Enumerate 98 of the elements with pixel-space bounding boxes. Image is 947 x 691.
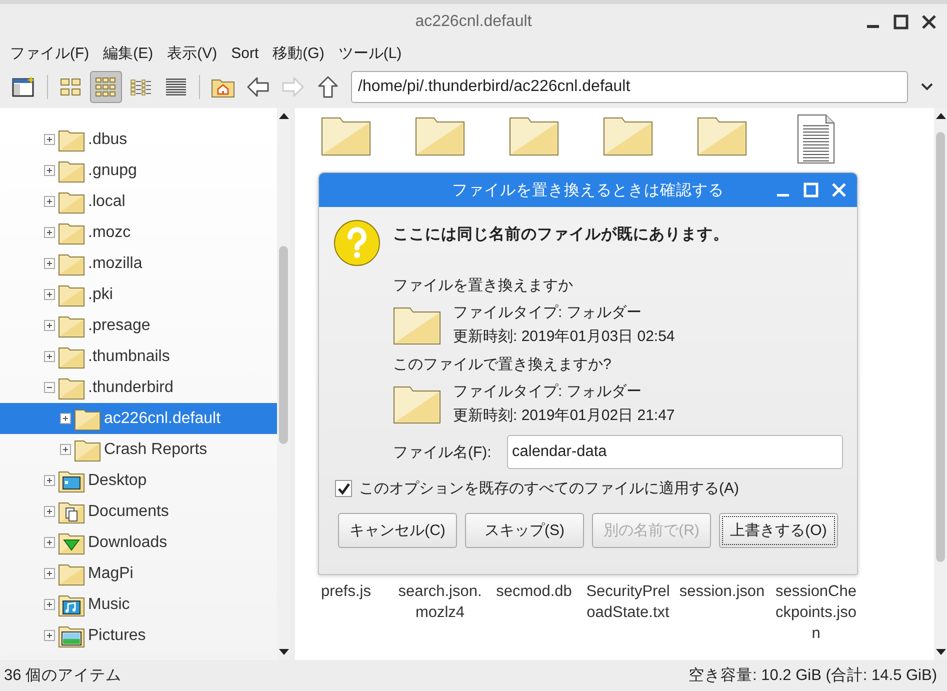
apply-all-checkbox[interactable]: このオプションを既存のすべてのファイルに適用する(A) <box>335 479 843 498</box>
dialog-button[interactable]: キャンセル(C) <box>338 513 457 548</box>
folder-icon <box>58 128 85 152</box>
dialog-button[interactable]: 上書きする(O) <box>719 513 838 548</box>
expand-icon[interactable] <box>44 568 55 579</box>
expand-icon[interactable] <box>44 320 55 331</box>
folder-icon <box>393 304 441 344</box>
folder-icon <box>58 562 85 586</box>
scroll-up-icon[interactable] <box>278 112 288 120</box>
question-icon <box>333 219 381 267</box>
menu-item[interactable]: ツール(L) <box>338 44 402 62</box>
expand-icon[interactable] <box>44 537 55 548</box>
file-name[interactable]: prefs.js <box>303 581 389 602</box>
grid-view-icon <box>59 76 83 98</box>
pictures-folder-icon <box>58 624 85 648</box>
expand-icon[interactable] <box>60 444 71 455</box>
list-view-icon <box>164 76 188 98</box>
modified-time: 更新時刻: 2019年01月02日 21:47 <box>453 406 675 425</box>
expand-icon[interactable] <box>44 165 55 176</box>
dropdown-caret-icon[interactable] <box>921 83 933 91</box>
tree-item[interactable]: Desktop <box>0 465 277 496</box>
file-name[interactable]: sessionCheckpoints.json <box>773 581 859 644</box>
music-folder-icon <box>58 592 85 616</box>
folder-icon <box>58 376 85 400</box>
scrollbar-thumb[interactable] <box>279 246 288 444</box>
menu-item[interactable]: 編集(E) <box>103 44 154 62</box>
expand-icon[interactable] <box>60 413 71 424</box>
menu-item[interactable]: ファイル(F) <box>10 44 90 62</box>
filename-label: ファイル名(F): <box>393 442 492 462</box>
file-name[interactable]: secmod.db <box>491 581 577 602</box>
folder-icon <box>58 344 85 368</box>
documents-folder-icon <box>58 500 85 524</box>
scroll-up-icon[interactable] <box>936 112 946 120</box>
tree-item[interactable]: Crash Reports <box>0 434 277 465</box>
file-name[interactable]: SecurityPreloadState.txt <box>585 581 671 623</box>
folder-icon <box>58 314 85 338</box>
expand-icon[interactable] <box>44 630 55 641</box>
dialog-heading: ここには同じ名前のファイルが既にあります。 <box>393 225 729 245</box>
file-name[interactable]: search.json.mozlz4 <box>397 581 483 623</box>
dialog-title: ファイルを置き換えるときは確認する <box>452 180 724 200</box>
desktop-folder-icon <box>58 468 85 492</box>
menu-item[interactable]: Sort <box>231 44 259 62</box>
folder-icon <box>74 406 101 430</box>
checkmark-icon <box>336 482 350 496</box>
item-count: 36 個のアイテム <box>4 666 122 686</box>
downloads-folder-icon <box>58 530 85 554</box>
free-space: 空き容量: 10.2 GiB (合計: 14.5 GiB) <box>688 666 937 686</box>
tree-item[interactable]: Documents <box>0 496 277 527</box>
tree-item[interactable]: MagPi <box>0 558 277 589</box>
tree-item[interactable]: .thunderbird <box>0 372 277 403</box>
tree-item[interactable]: .mozc <box>0 217 277 248</box>
expand-icon[interactable] <box>44 506 55 517</box>
folder-icon <box>58 252 85 276</box>
grid-view-icon <box>94 76 118 98</box>
tree-item[interactable]: Pictures <box>0 620 277 651</box>
modified-time: 更新時刻: 2019年01月03日 02:54 <box>453 327 675 346</box>
folder-icon <box>58 190 85 214</box>
dialog-button[interactable]: スキップ(S) <box>465 513 584 548</box>
folder-icon <box>58 220 85 244</box>
filename-field[interactable]: calendar-data <box>507 435 843 469</box>
folder-icon <box>393 384 441 424</box>
window-title: ac226cnl.default <box>415 13 532 31</box>
tree-item[interactable]: .mozilla <box>0 248 277 279</box>
close-icon[interactable] <box>921 14 937 30</box>
expand-icon[interactable] <box>44 227 55 238</box>
question-text: このファイルで置き換えますか? <box>393 355 612 374</box>
tree-item[interactable]: .dbus <box>0 124 277 155</box>
tree-item[interactable]: .presage <box>0 310 277 341</box>
scroll-down-icon[interactable] <box>936 648 946 656</box>
expand-icon[interactable] <box>44 599 55 610</box>
file-name[interactable]: session.json <box>679 581 765 602</box>
expand-icon[interactable] <box>44 289 55 300</box>
tree-item[interactable]: .pki <box>0 279 277 310</box>
tree-item[interactable]: Downloads <box>0 527 277 558</box>
expand-icon[interactable] <box>44 196 55 207</box>
tree-item[interactable]: Music <box>0 589 277 620</box>
path-field[interactable]: /home/pi/.thunderbird/ac226cnl.default <box>351 71 908 103</box>
menu-item[interactable]: 移動(G) <box>272 44 324 62</box>
tree-item[interactable]: .local <box>0 186 277 217</box>
expand-icon[interactable] <box>44 351 55 362</box>
file-type: ファイルタイプ: フォルダー <box>453 303 642 322</box>
scroll-down-icon[interactable] <box>278 648 288 656</box>
tree-item[interactable]: .thumbnails <box>0 341 277 372</box>
folder-icon <box>58 158 85 182</box>
question-text: ファイルを置き換えますか <box>393 276 574 295</box>
folder-icon <box>74 438 101 462</box>
tree-item[interactable]: .gnupg <box>0 155 277 186</box>
menu-item[interactable]: 表示(V) <box>167 44 218 62</box>
document-icon[interactable] <box>797 114 835 164</box>
expand-icon[interactable] <box>44 475 55 486</box>
folder-icon <box>58 282 85 306</box>
expand-icon[interactable] <box>44 134 55 145</box>
collapse-icon[interactable] <box>44 382 55 393</box>
file-type: ファイルタイプ: フォルダー <box>453 382 642 401</box>
tree-item[interactable]: ac226cnl.default <box>0 403 277 434</box>
expand-icon[interactable] <box>44 258 55 269</box>
maximize-icon[interactable] <box>893 14 909 30</box>
scrollbar-thumb[interactable] <box>936 132 945 562</box>
